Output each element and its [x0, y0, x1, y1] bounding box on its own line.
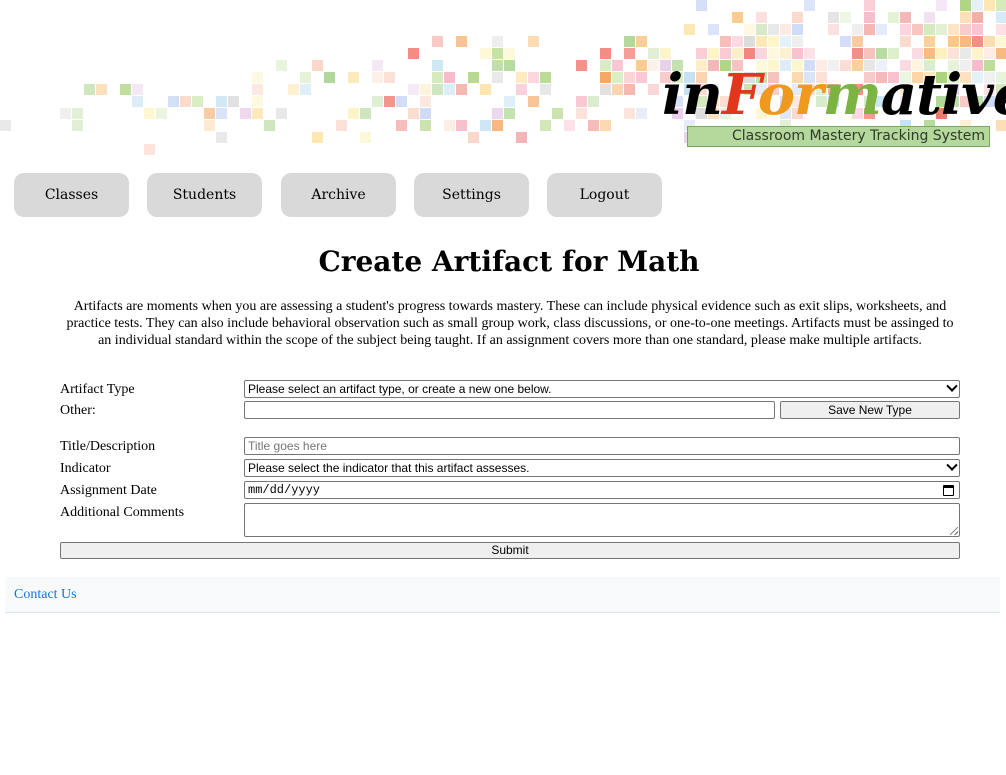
header-banner: inFormative Classroom Mastery Tracking S…: [0, 0, 1006, 162]
app-logo[interactable]: inFormative Classroom Mastery Tracking S…: [662, 60, 1006, 150]
footer: Contact Us: [5, 577, 1000, 613]
nav-classes-button[interactable]: Classes: [14, 173, 129, 217]
contact-us-link[interactable]: Contact Us: [14, 586, 77, 604]
date-placeholder: mm/dd/yyyy: [248, 483, 321, 497]
artifact-type-select[interactable]: Please select an artifact type, or creat…: [244, 380, 960, 398]
page-title: Create Artifact for Math: [318, 245, 700, 278]
other-label: Other:: [60, 403, 96, 418]
assignment-date-label: Assignment Date: [60, 483, 157, 498]
calendar-icon[interactable]: [943, 484, 954, 496]
resize-handle-icon[interactable]: [950, 527, 958, 535]
additional-comments-textarea[interactable]: [244, 503, 960, 537]
logo-tagline: Classroom Mastery Tracking System: [687, 126, 990, 147]
main-nav: Classes Students Archive Settings Logout: [14, 173, 714, 217]
indicator-selected-value: Please select the indicator that this ar…: [248, 461, 530, 475]
submit-button[interactable]: Submit: [60, 542, 960, 559]
title-placeholder: Title goes here: [248, 439, 327, 453]
indicator-label: Indicator: [60, 461, 111, 476]
additional-comments-label: Additional Comments: [60, 505, 185, 520]
nav-students-button[interactable]: Students: [147, 173, 262, 217]
logo-wordmark: inFormative: [662, 62, 1006, 128]
chevron-down-icon: [946, 381, 958, 392]
save-new-type-button[interactable]: Save New Type: [780, 401, 960, 419]
chevron-down-icon: [946, 460, 958, 471]
nav-logout-button[interactable]: Logout: [547, 173, 662, 217]
title-description-label: Title/Description: [60, 439, 156, 454]
title-description-input[interactable]: Title goes here: [244, 437, 960, 455]
artifact-type-selected-value: Please select an artifact type, or creat…: [248, 382, 552, 396]
nav-settings-button[interactable]: Settings: [414, 173, 529, 217]
indicator-select[interactable]: Please select the indicator that this ar…: [244, 459, 960, 477]
artifact-type-label: Artifact Type: [60, 382, 135, 397]
nav-archive-button[interactable]: Archive: [281, 173, 396, 217]
intro-paragraph: Artifacts are moments when you are asses…: [66, 299, 954, 348]
other-type-input[interactable]: [244, 401, 775, 419]
assignment-date-input[interactable]: mm/dd/yyyy: [244, 481, 960, 499]
